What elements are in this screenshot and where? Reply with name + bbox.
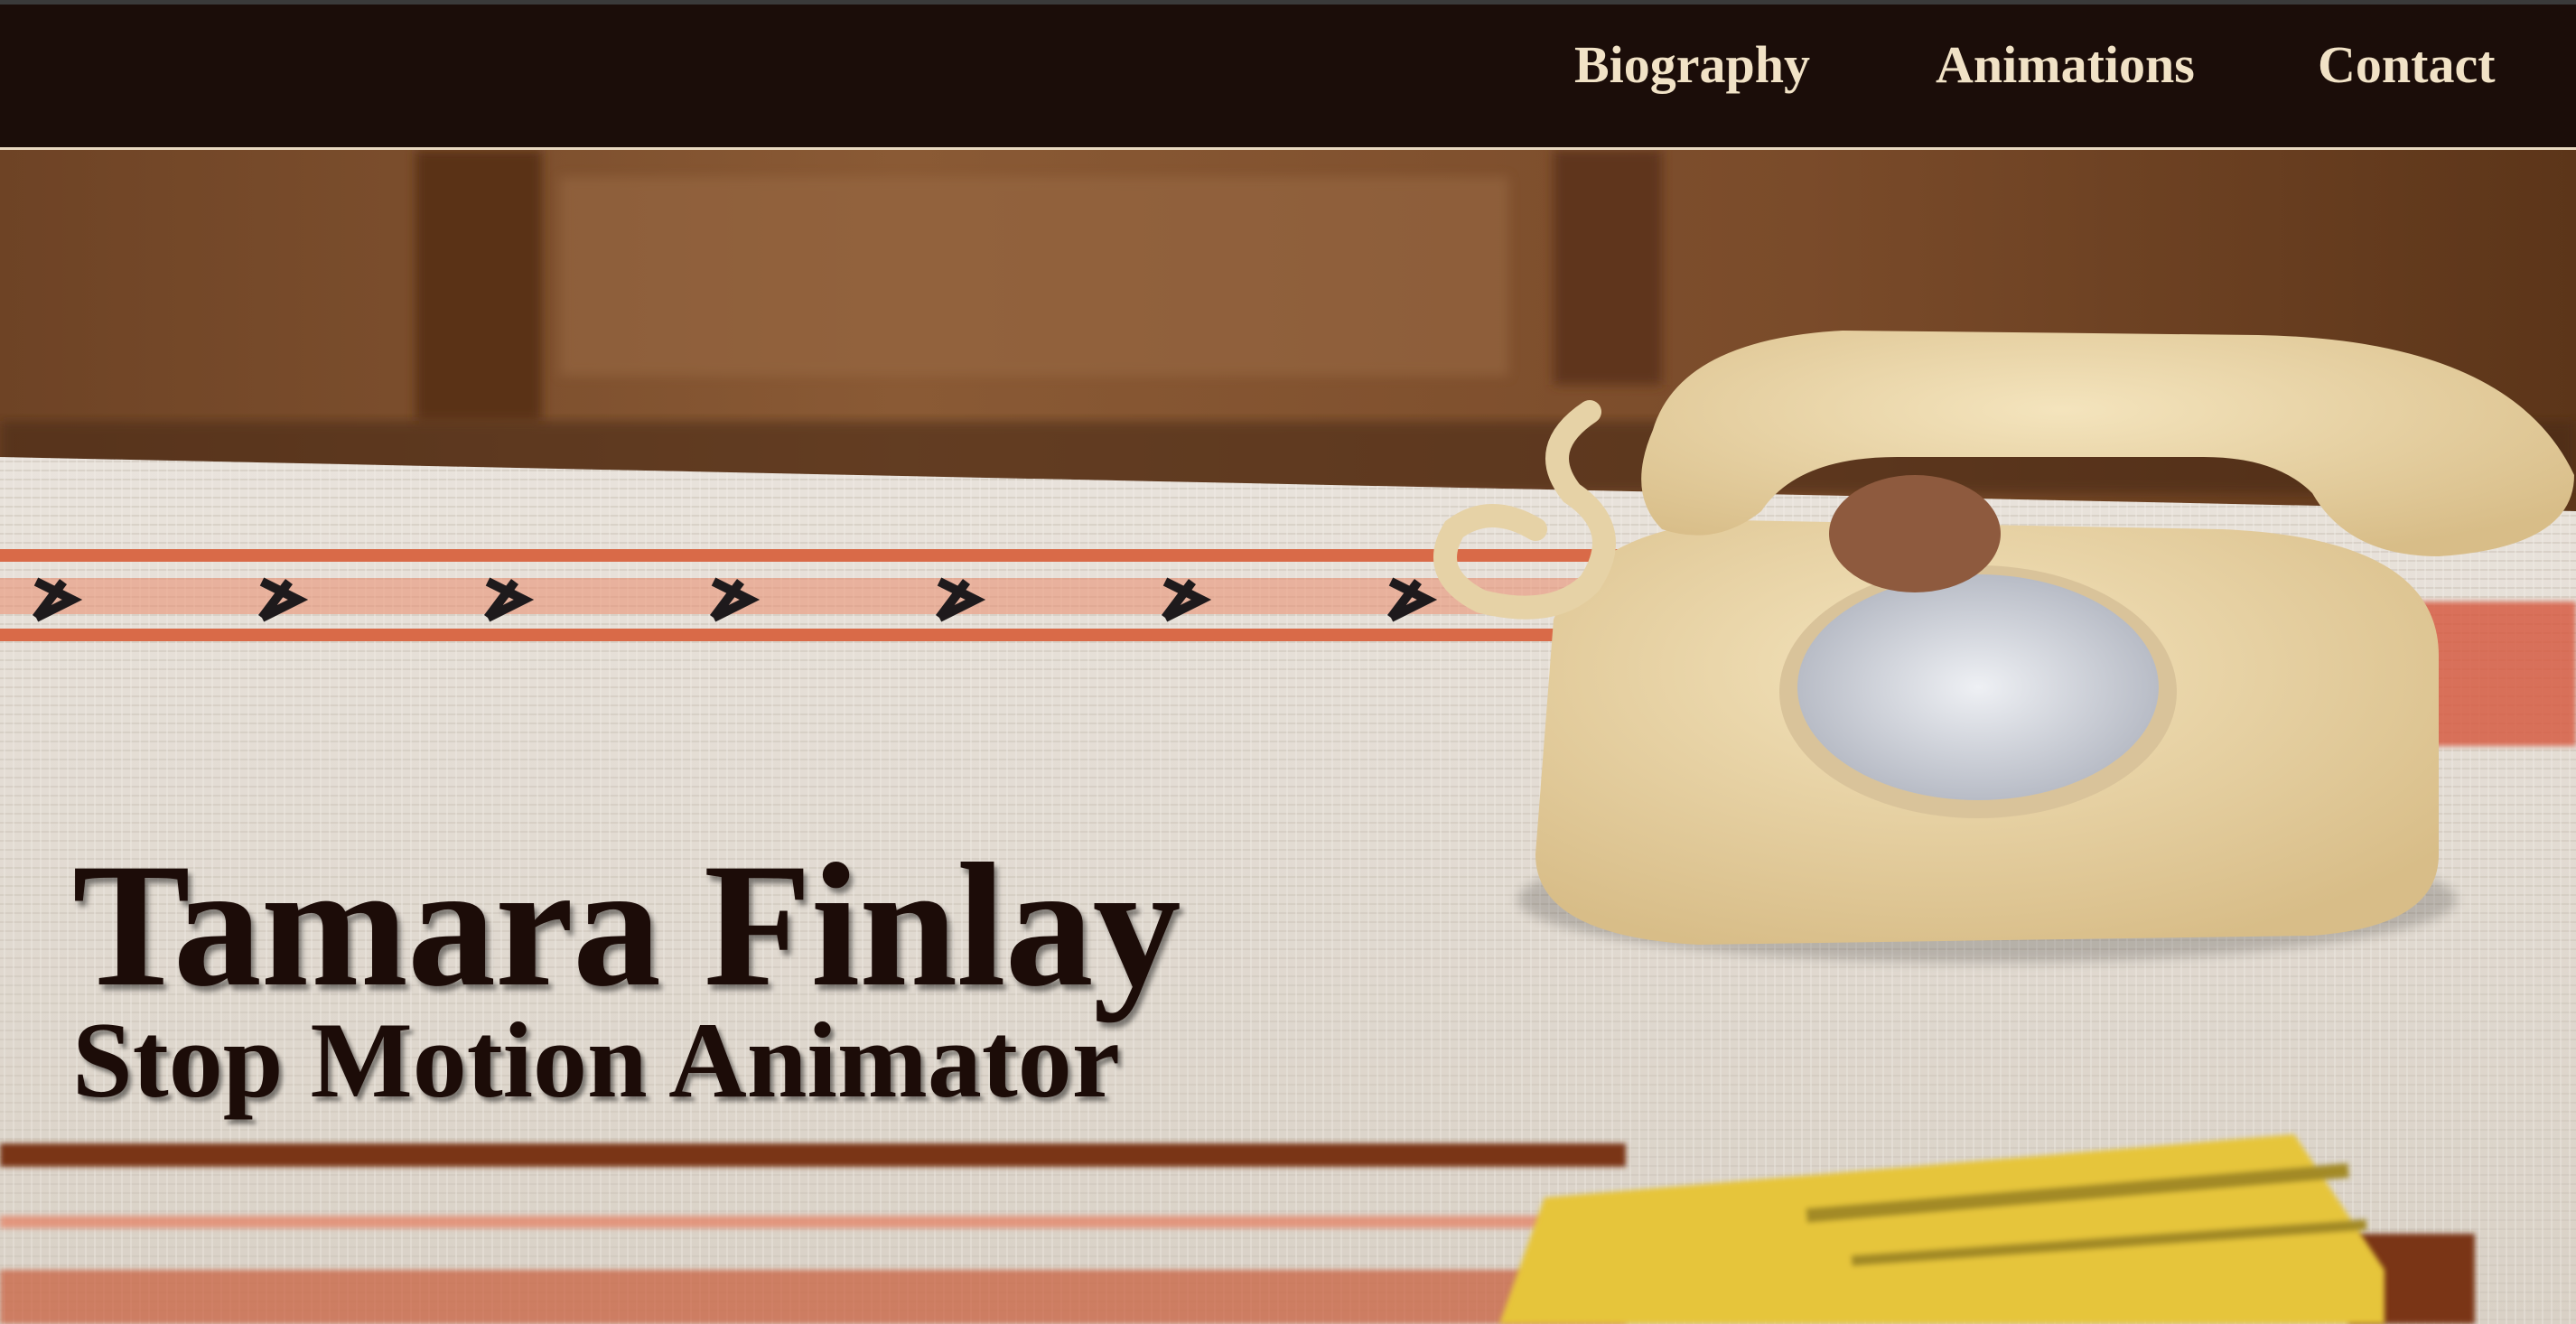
hero-title: Tamara Finlay: [72, 827, 1181, 1024]
nav-link-biography[interactable]: Biography: [1574, 39, 1810, 91]
hero-background-image: [0, 150, 2576, 1324]
nav-link-animations[interactable]: Animations: [1936, 39, 2195, 91]
hero-banner: Tamara Finlay Stop Motion Animator: [0, 150, 2576, 1324]
nav-link-contact[interactable]: Contact: [2318, 39, 2496, 91]
site-navbar: Biography Animations Contact: [0, 5, 2576, 150]
hero-subtitle: Stop Motion Animator: [72, 999, 1121, 1120]
